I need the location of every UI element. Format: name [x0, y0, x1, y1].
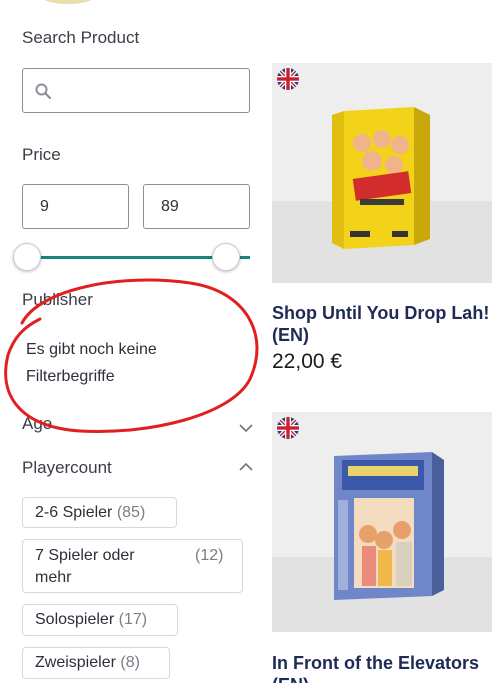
uk-flag-icon [277, 417, 299, 439]
option-count: (85) [116, 504, 146, 521]
option-label: Zweispieler [35, 654, 116, 671]
search-icon [35, 83, 52, 104]
price-min-input[interactable]: 9 [22, 184, 129, 229]
uk-flag-icon [277, 68, 299, 90]
option-count: (17) [118, 611, 148, 628]
playercount-option[interactable]: Solospieler (17) [22, 604, 178, 636]
search-input[interactable] [22, 68, 250, 113]
price-slider-max-handle[interactable] [212, 243, 240, 271]
logo [40, 0, 96, 4]
product-image[interactable] [272, 412, 492, 632]
product-box-art [332, 107, 430, 249]
product-image[interactable] [272, 63, 492, 283]
price-slider-min-handle[interactable] [13, 243, 41, 271]
product-title[interactable]: Shop Until You Drop Lah! (EN) [272, 302, 492, 346]
price-label: Price [22, 145, 61, 164]
search-product-label: Search Product [22, 28, 140, 47]
playercount-option[interactable]: 2-6 Spieler (85) [22, 497, 177, 528]
product-box-art [334, 452, 444, 600]
option-label: Solospieler [35, 611, 115, 628]
product-title[interactable]: In Front of the Elevators (EN) [272, 652, 492, 683]
annotation-scribble [4, 278, 259, 433]
option-label: 7 Spieler oder mehr [35, 547, 135, 586]
price-max-input[interactable]: 89 [143, 184, 250, 229]
product-price: 22,00 € [272, 350, 343, 373]
option-count: (8) [120, 654, 140, 671]
chevron-up-icon[interactable] [239, 458, 253, 476]
playercount-option[interactable]: Zweispieler (8) [22, 647, 170, 679]
playercount-option[interactable]: 7 Spieler oder mehr (12) [22, 539, 243, 593]
option-count: (12) [195, 547, 224, 564]
option-label: 2-6 Spieler [35, 504, 113, 521]
playercount-label[interactable]: Playercount [22, 458, 112, 478]
